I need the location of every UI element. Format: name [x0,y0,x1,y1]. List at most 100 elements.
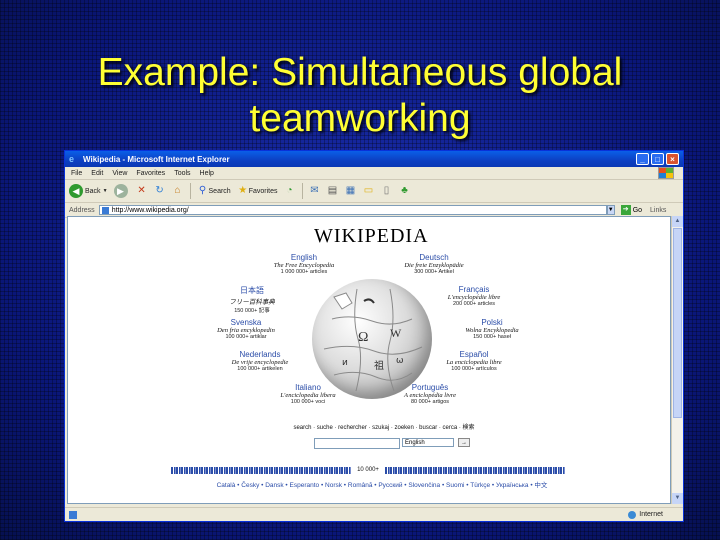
mail-button[interactable]: ✉ [309,185,321,197]
star-icon: ★ [238,185,248,196]
menu-help[interactable]: Help [200,170,214,177]
minimize-button[interactable]: _ [636,153,649,165]
menu-view[interactable]: View [112,170,127,177]
favorites-button[interactable]: ★ Favorites [237,185,278,197]
address-input[interactable]: http://www.wikipedia.org/ [98,205,607,215]
menu-favorites[interactable]: Favorites [136,170,165,177]
slide-title-line-1: Example: Simultaneous global [97,51,623,94]
wikipedia-logo: WIKIPEDIA [314,225,429,247]
address-url: http://www.wikipedia.org/ [111,206,189,214]
back-arrow-icon: ◀ [69,184,83,198]
lang-japanese[interactable]: 日本語 フリー百科事典 150 000+ 記事 [192,285,312,314]
language-links-right[interactable] [384,466,565,474]
lang-tagline: La enciclopedia libre [446,359,502,366]
ie-logo-icon: e [69,154,75,164]
lang-tagline: L'encyclopédie libre [447,294,501,301]
puzzle-globe-icon: Ω W 祖 и ω [323,288,423,392]
vertical-scrollbar[interactable]: ▲ ▼ [671,216,683,504]
page-icon [101,206,109,214]
research-button[interactable]: ▯ [381,185,393,197]
address-label: Address [69,206,95,214]
lang-nederlands[interactable]: Nederlands De vrije encyclopedie 100 000… [200,350,320,372]
lang-tagline: The Free Encyclopedia [273,262,335,269]
lang-english[interactable]: English The Free Encyclopedia 1 000 000+… [244,253,364,275]
language-links-left[interactable] [171,466,352,474]
puzzle-globe-logo: Ω W 祖 и ω [312,279,432,399]
lang-count: 100 000+ voci [290,399,326,405]
lang-deutsch[interactable]: Deutsch Die freie Enzyklopädie 300 000+ … [374,253,494,275]
page-status-icon [69,510,77,519]
lang-tagline: Wolna Encyklopedia [465,327,519,334]
close-button[interactable]: × [666,153,679,165]
messenger-icon: ♣ [401,185,408,196]
menu-tools[interactable]: Tools [174,170,190,177]
forward-button[interactable]: ▶ [113,184,130,198]
more-count: 10 000+ [357,467,379,473]
wiki-search-button[interactable]: → [458,438,470,447]
stop-icon: ✕ [137,185,146,196]
folder-button[interactable]: ▭ [363,185,375,197]
lang-name: Español [459,350,489,359]
lang-tagline: Die freie Enzyklopädie [404,262,464,269]
search-label: Search [208,187,231,195]
refresh-button[interactable]: ↻ [154,185,166,197]
history-icon: ◔ [286,185,293,196]
folder-icon: ▭ [363,185,374,196]
lang-count: 150 000+ 記事 [234,308,270,314]
more-languages-row: 10 000+ [128,465,608,475]
home-icon: ⌂ [174,185,181,196]
stop-button[interactable]: ✕ [136,185,148,197]
internet-globe-icon [628,510,637,519]
messenger-button[interactable]: ♣ [399,185,411,197]
window-titlebar[interactable]: e Wikipedia - Microsoft Internet Explore… [65,151,683,167]
wiki-search-input[interactable] [314,438,400,449]
history-button[interactable]: ◔ [284,185,296,197]
home-button[interactable]: ⌂ [172,185,184,197]
refresh-icon: ↻ [155,185,164,196]
windows-flag-icon [658,167,674,179]
lang-name: Svenska [230,318,262,327]
lang-polski[interactable]: Polski Wolna Encyklopedia 150 000+ haseł [432,318,552,340]
lang-name: English [290,253,318,262]
edit-button[interactable]: ▦ [345,185,357,197]
maximize-button[interactable]: □ [651,153,664,165]
menu-file[interactable]: File [71,170,82,177]
search-icon: ⚲ [198,185,207,196]
menu-bar: File Edit View Favorites Tools Help [65,167,683,180]
address-dropdown-icon[interactable]: ▼ [606,205,615,215]
language-strip[interactable]: Català • Česky • Dansk • Esperanto • Nor… [112,479,652,489]
menu-edit[interactable]: Edit [91,170,103,177]
edit-icon: ▦ [345,185,356,196]
print-icon: ▤ [327,185,338,196]
document-icon: ▯ [383,185,390,196]
lang-name: Nederlands [239,350,281,359]
lang-espanol[interactable]: Español La enciclopedia libre 100 000+ a… [414,350,534,372]
svg-text:W: W [390,326,402,340]
print-button[interactable]: ▤ [327,185,339,197]
status-bar: Internet [65,507,683,521]
lang-name: Deutsch [419,253,449,262]
zone-label: Internet [639,511,663,518]
window-title: Wikipedia - Microsoft Internet Explorer [83,154,230,164]
toolbar-separator [189,183,191,199]
lang-count: 150 000+ haseł [473,334,511,340]
scroll-thumb[interactable] [673,228,682,418]
slide-title: Example: Simultaneous global teamworking [0,50,720,142]
lang-count: 100 000+ artiklar [225,334,267,340]
go-button[interactable]: ➔ Go [620,205,642,215]
lang-svenska[interactable]: Svenska Den fria encyklopedin 100 000+ a… [186,318,306,340]
mail-icon: ✉ [310,185,319,196]
toolbar: ◀ Back ▼ ▶ ✕ ↻ ⌂ ⚲ Search ★ Favorites ◔ [65,180,683,203]
wiki-language-select[interactable]: English [402,438,454,447]
scroll-up-icon[interactable]: ▲ [672,216,683,227]
favorites-label: Favorites [248,187,278,195]
search-button[interactable]: ⚲ Search [197,185,231,197]
svg-text:ω: ω [396,356,404,366]
back-button[interactable]: ◀ Back ▼ [69,184,108,198]
links-button[interactable]: Links [650,207,666,214]
lang-count: 100 000+ artículos [451,366,497,372]
svg-text:Ω: Ω [358,330,368,345]
lang-francais[interactable]: Français L'encyclopédie libre 200 000+ a… [414,285,534,307]
scroll-down-icon[interactable]: ▼ [672,493,683,504]
back-label: Back [85,187,101,195]
